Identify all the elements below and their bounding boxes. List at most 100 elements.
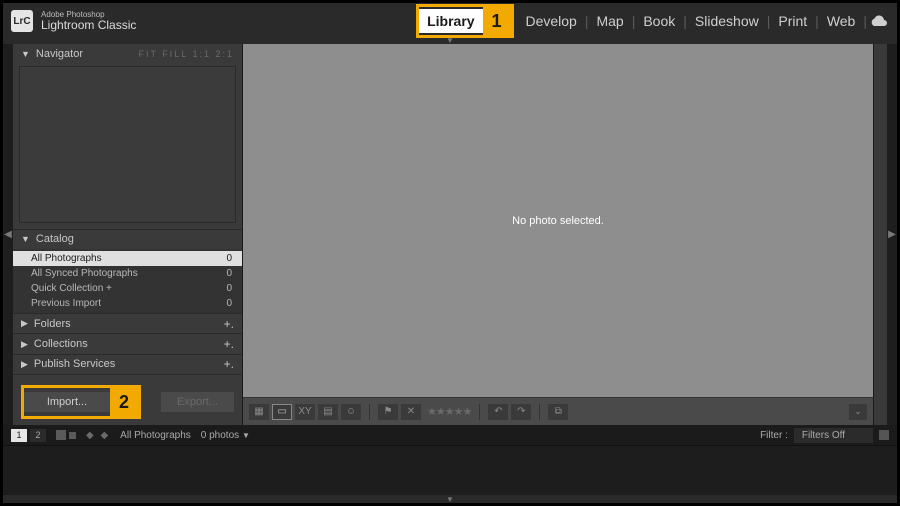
image-canvas: No photo selected.	[243, 44, 873, 397]
app-title-block: Adobe Photoshop Lightroom Classic	[41, 11, 136, 32]
rating-stars[interactable]: ★★★★★	[427, 405, 471, 418]
callout-1: Library 1	[416, 4, 513, 38]
module-separator: |	[863, 13, 867, 29]
thumbnail-mode[interactable]	[56, 430, 76, 440]
catalog-item-quick-collection[interactable]: Quick Collection + 0	[13, 281, 242, 296]
disclosure-down-icon: ▼	[21, 234, 30, 244]
breadcrumb[interactable]: All Photographs	[120, 430, 191, 441]
add-folder-icon[interactable]: +.	[224, 317, 234, 331]
publish-label: Publish Services	[34, 358, 115, 370]
app-logo-text: LrC	[13, 16, 30, 27]
flag-pick-icon[interactable]: ⚑	[378, 404, 398, 420]
collections-label: Collections	[34, 338, 88, 350]
catalog-item-label: All Photographs	[31, 253, 102, 264]
catalog-item-label: Quick Collection +	[31, 283, 112, 294]
view-mode-group: ▦ ▭ XY ▤ ☺	[249, 404, 361, 420]
survey-view-icon[interactable]: ▤	[318, 404, 338, 420]
navigator-label: Navigator	[36, 48, 83, 60]
app-window: LrC Adobe Photoshop Lightroom Classic Li…	[3, 3, 897, 503]
left-edge-handle[interactable]: ◀	[3, 44, 13, 425]
secondary-display-pages: 1 2	[11, 429, 46, 442]
filter-lock-icon[interactable]	[879, 430, 889, 440]
toolbar-divider	[369, 404, 370, 420]
navigator-panel-header[interactable]: ▼ Navigator FIT FILL 1:1 2:1	[13, 44, 242, 63]
people-view-icon[interactable]: ☺	[341, 404, 361, 420]
view-toolbar: ▦ ▭ XY ▤ ☺ ⚑ ✕ ★★★★★ ↶ ↷ ⧉	[243, 397, 873, 425]
module-print[interactable]: Print	[770, 9, 815, 33]
collections-panel-header[interactable]: ▶ Collections +.	[13, 334, 242, 353]
disclosure-right-icon: ▶	[21, 359, 28, 370]
catalog-list: All Photographs 0 All Synced Photographs…	[13, 249, 242, 313]
grid-view-icon[interactable]: ▦	[249, 404, 269, 420]
toolbar-expand-icon[interactable]: ⌄	[849, 404, 867, 420]
catalog-panel-header[interactable]: ▼ Catalog	[13, 230, 242, 249]
main-area: ◀ ▼ Navigator FIT FILL 1:1 2:1 ▼ Catalog…	[3, 44, 897, 425]
module-library[interactable]: Library	[419, 9, 482, 33]
filter-label: Filter :	[760, 430, 788, 441]
export-button: Export...	[161, 392, 234, 412]
bottom-panel-handle[interactable]: ▼	[3, 495, 897, 503]
catalog-label: Catalog	[36, 233, 74, 245]
callout-2: Import... 2	[21, 385, 141, 419]
module-develop[interactable]: Develop	[517, 9, 584, 33]
add-publish-icon[interactable]: +.	[224, 357, 234, 371]
thumb-small-icon	[56, 430, 66, 440]
rotate-cw-icon[interactable]: ↷	[511, 404, 531, 420]
rotate-ccw-icon[interactable]: ↶	[488, 404, 508, 420]
left-panel-footer: Import... 2 Export...	[13, 374, 242, 425]
app-logo: LrC	[11, 10, 33, 32]
disclosure-right-icon: ▶	[21, 318, 28, 329]
module-book[interactable]: Book	[635, 9, 683, 33]
filmstrip[interactable]	[3, 445, 897, 495]
add-collection-icon[interactable]: +.	[224, 337, 234, 351]
catalog-item-label: All Synced Photographs	[31, 268, 138, 279]
slideshow-play-icon[interactable]: ⧉	[548, 404, 568, 420]
cloud-sync-icon[interactable]	[869, 14, 889, 28]
disclosure-right-icon: ▶	[21, 339, 28, 350]
module-picker: Library 1 Develop | Map | Book | Slidesh…	[416, 4, 889, 38]
right-side-panel	[873, 44, 887, 425]
disclosure-down-icon: ▼	[21, 49, 30, 59]
chevron-down-icon: ▼	[242, 431, 250, 440]
catalog-item-label: Previous Import	[31, 298, 101, 309]
rotate-group: ↶ ↷	[488, 404, 531, 420]
module-map[interactable]: Map	[588, 9, 631, 33]
loupe-view-icon[interactable]: ▭	[272, 404, 292, 420]
secondary-bar: 1 2 ◆ ◆ All Photographs 0 photos ▼ Filte…	[3, 425, 897, 445]
toolbar-divider	[479, 404, 480, 420]
module-web[interactable]: Web	[819, 9, 864, 33]
toolbar-divider	[539, 404, 540, 420]
catalog-item-synced[interactable]: All Synced Photographs 0	[13, 266, 242, 281]
catalog-item-previous-import[interactable]: Previous Import 0	[13, 296, 242, 311]
page-2-button[interactable]: 2	[30, 429, 46, 442]
callout-2-number: 2	[110, 388, 138, 416]
navigator-zoom-options[interactable]: FIT FILL 1:1 2:1	[138, 49, 234, 59]
left-side-panel: ▼ Navigator FIT FILL 1:1 2:1 ▼ Catalog A…	[13, 44, 243, 425]
folders-label: Folders	[34, 318, 71, 330]
catalog-item-all-photos[interactable]: All Photographs 0	[13, 251, 242, 266]
folders-panel-header[interactable]: ▶ Folders +.	[13, 314, 242, 333]
page-1-button[interactable]: 1	[11, 429, 27, 442]
top-panel-handle[interactable]: ▼	[3, 38, 897, 43]
empty-state-text: No photo selected.	[512, 215, 604, 227]
module-slideshow[interactable]: Slideshow	[687, 9, 767, 33]
right-edge-handle[interactable]: ▶	[887, 44, 897, 425]
flag-group: ⚑ ✕	[378, 404, 421, 420]
catalog-item-count: 0	[226, 298, 232, 309]
catalog-item-count: 0	[226, 283, 232, 294]
flag-reject-icon[interactable]: ✕	[401, 404, 421, 420]
filter-dropdown[interactable]: Filters Off	[794, 428, 873, 443]
import-button[interactable]: Import...	[24, 392, 110, 412]
compare-view-icon[interactable]: XY	[295, 404, 315, 420]
nav-arrows[interactable]: ◆ ◆	[86, 430, 110, 441]
photo-count: 0 photos ▼	[201, 430, 250, 441]
thumb-med-icon	[69, 432, 76, 439]
catalog-item-count: 0	[226, 268, 232, 279]
app-title: Lightroom Classic	[41, 19, 136, 32]
callout-1-number: 1	[483, 7, 511, 35]
navigator-preview	[19, 66, 236, 222]
center-panel: No photo selected. ▦ ▭ XY ▤ ☺ ⚑ ✕ ★★★★★	[243, 44, 873, 425]
publish-panel-header[interactable]: ▶ Publish Services +.	[13, 355, 242, 374]
header-bar: LrC Adobe Photoshop Lightroom Classic Li…	[3, 3, 897, 39]
catalog-item-count: 0	[226, 253, 232, 264]
